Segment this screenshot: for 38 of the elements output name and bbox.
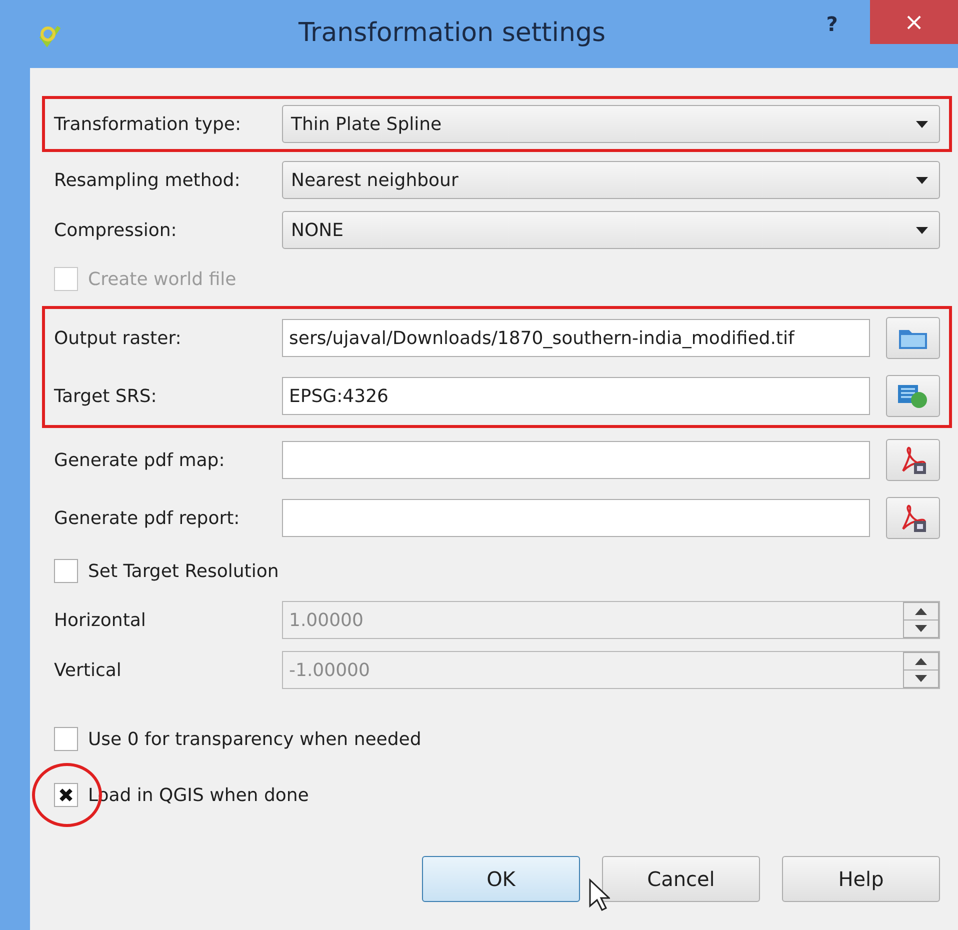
checkbox-label: Use 0 for transparency when needed [88, 728, 422, 750]
browse-button[interactable] [886, 375, 940, 417]
input-field[interactable] [282, 441, 870, 479]
projection-icon [897, 383, 929, 409]
window-title: Transformation settings [297, 18, 606, 48]
field-label: Horizontal [54, 610, 147, 630]
field-label: Generate pdf map: [54, 450, 226, 470]
cross-mark-icon [58, 787, 74, 803]
browse-button[interactable] [886, 439, 940, 481]
dialog-button[interactable]: Help [782, 856, 940, 902]
mouse-cursor-icon [588, 878, 610, 912]
input-field[interactable]: EPSG:4326 [282, 377, 870, 415]
checkbox-label: Set Target Resolution [88, 560, 279, 582]
dropdown[interactable]: Thin Plate Spline [282, 105, 940, 143]
dropdown[interactable]: NONE [282, 211, 940, 249]
field-label: Target SRS: [54, 386, 158, 406]
dialog-button[interactable]: OK [422, 856, 580, 902]
app-icon [38, 24, 62, 48]
pdf-icon [899, 445, 927, 475]
field-label: Vertical [54, 660, 122, 680]
field-label: Resampling method: [54, 170, 242, 190]
field-label: Compression: [54, 220, 178, 240]
field-label: Generate pdf report: [54, 508, 241, 528]
checkbox-label: Create world file [88, 268, 236, 290]
browse-button[interactable] [886, 317, 940, 359]
checkbox[interactable] [54, 727, 78, 751]
dialog-button[interactable]: Cancel [602, 856, 760, 902]
input-field[interactable] [282, 499, 870, 537]
input-field[interactable]: sers/ujaval/Downloads/1870_southern-india_modified.tif [282, 319, 870, 357]
field-label: Transformation type: [54, 114, 242, 134]
browse-button[interactable] [886, 497, 940, 539]
dropdown[interactable]: Nearest neighbour [282, 161, 940, 199]
close-button[interactable]: × [870, 0, 958, 44]
checkbox[interactable] [54, 559, 78, 583]
field-label: Output raster: [54, 328, 182, 348]
pdf-icon [899, 503, 927, 533]
checkbox[interactable] [54, 783, 78, 807]
help-button[interactable]: ? [802, 4, 862, 44]
